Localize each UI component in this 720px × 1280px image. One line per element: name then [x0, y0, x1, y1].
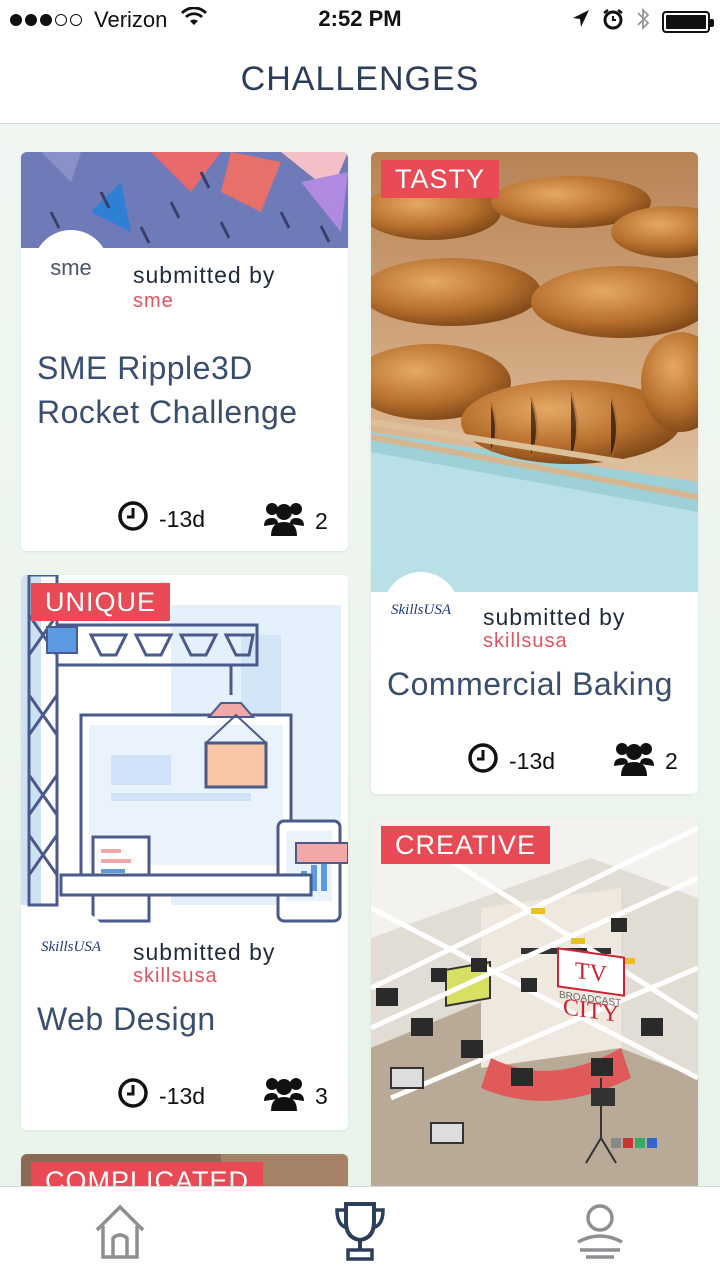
sme-logo: sme: [33, 230, 109, 306]
status-bar: Verizon 2:52 PM: [0, 0, 720, 40]
clock-icon: [117, 500, 149, 538]
clock-icon: [117, 1077, 149, 1115]
group-icon: [263, 500, 305, 542]
submitter-name[interactable]: skillsusa: [483, 630, 568, 653]
category-tag: COMPLICATED: [31, 1162, 264, 1186]
skillsusa-logo: SkillsUSA: [383, 572, 459, 648]
tab-challenges[interactable]: [330, 1201, 390, 1265]
submitter-name[interactable]: skillsusa: [133, 965, 218, 988]
challenge-card[interactable]: COMPLICATED: [21, 1154, 348, 1186]
tab-bar: [0, 1186, 720, 1280]
challenge-title[interactable]: Commercial Baking: [387, 662, 673, 706]
category-tag: TASTY: [381, 160, 500, 198]
challenge-card[interactable]: UNIQUE SkillsUSA submitted by skillsusa …: [21, 575, 348, 1130]
challenge-image: TASTY: [371, 152, 698, 592]
bluetooth-icon: [636, 7, 650, 37]
category-tag: CREATIVE: [381, 826, 551, 864]
group-icon: [263, 1075, 305, 1117]
tab-profile[interactable]: [570, 1201, 630, 1265]
submitted-by-label: submitted by: [133, 262, 276, 288]
location-icon: [572, 9, 590, 35]
challenge-image: TV CITY BROADCAST CREATIVE: [371, 818, 698, 1186]
submitted-by-label: submitted by: [483, 604, 626, 630]
challenge-image: UNIQUE: [21, 575, 348, 927]
skillsusa-logo: SkillsUSA: [33, 909, 109, 985]
participant-count: 2: [263, 500, 328, 542]
challenge-title[interactable]: SME Ripple3D Rocket Challenge: [37, 346, 298, 434]
time-remaining: -13d: [117, 500, 205, 538]
challenge-list[interactable]: sme submitted by sme SME Ripple3D Rocket…: [0, 125, 720, 1186]
page-title: CHALLENGES: [240, 60, 480, 98]
challenge-image: COMPLICATED: [21, 1154, 348, 1186]
group-icon: [613, 740, 655, 782]
tab-home[interactable]: [90, 1201, 150, 1265]
challenge-card[interactable]: sme submitted by sme SME Ripple3D Rocket…: [21, 152, 348, 551]
challenge-card[interactable]: TASTY SkillsUSA submitted by skillsusa C…: [371, 152, 698, 794]
profile-icon: [574, 1202, 626, 1265]
challenge-card[interactable]: TV CITY BROADCAST CREATIVE: [371, 818, 698, 1186]
challenge-title[interactable]: Web Design: [37, 997, 216, 1041]
trophy-icon: [334, 1200, 386, 1267]
home-icon: [93, 1202, 147, 1265]
alarm-icon: [602, 8, 624, 36]
submitter-name[interactable]: sme: [133, 290, 174, 313]
submitted-by-label: submitted by: [133, 939, 276, 965]
category-tag: UNIQUE: [31, 583, 171, 621]
participant-count: 2: [613, 740, 678, 782]
app-header: CHALLENGES: [0, 40, 720, 124]
battery-icon: [662, 11, 714, 33]
participant-count: 3: [263, 1075, 328, 1117]
clock-icon: [467, 742, 499, 780]
time-remaining: -13d: [117, 1077, 205, 1115]
tv-city-sign: TV CITY: [557, 947, 625, 1028]
time-remaining: -13d: [467, 742, 555, 780]
